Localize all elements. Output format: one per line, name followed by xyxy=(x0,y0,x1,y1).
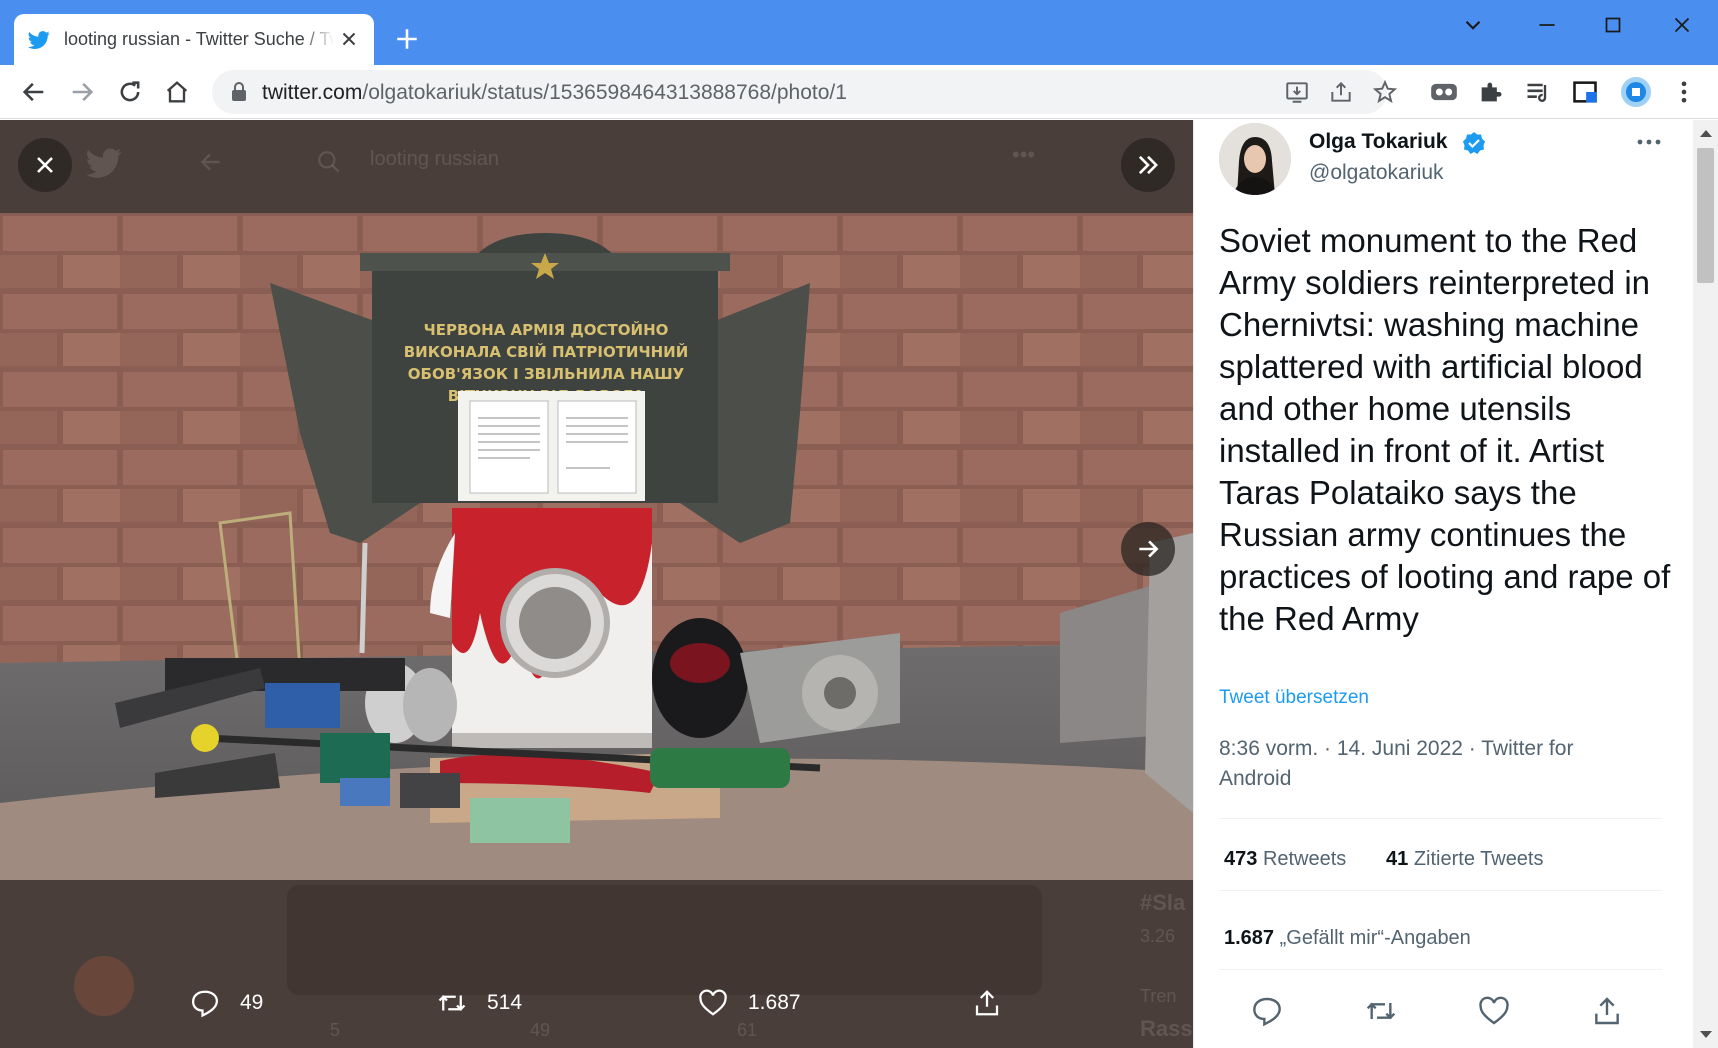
bg-media-card xyxy=(287,885,1042,995)
photo-viewer: looting russian ••• #Sla 3.26 Tren Rass … xyxy=(0,120,1193,1048)
reply-icon xyxy=(191,990,219,1018)
panel-like-icon[interactable] xyxy=(1478,995,1510,1027)
bg-more-dots: ••• xyxy=(1012,142,1036,167)
install-app-icon[interactable] xyxy=(1284,79,1310,105)
share-icon[interactable] xyxy=(1328,79,1354,105)
home-icon[interactable] xyxy=(163,78,191,106)
verified-badge-icon xyxy=(1463,132,1485,154)
tweet-text: Soviet monument to the Red Army soldiers… xyxy=(1219,222,1671,637)
retweets-stat[interactable]: 473 Retweets xyxy=(1224,848,1346,871)
reply-button[interactable]: 49 xyxy=(190,988,263,1018)
avatar-image xyxy=(1219,123,1291,195)
like-button[interactable]: 1.687 xyxy=(698,988,801,1018)
close-icon xyxy=(37,157,53,173)
browser-titlebar: looting russian - Twitter Suche / Twitte… xyxy=(0,0,1718,65)
tab-close-icon[interactable] xyxy=(338,28,360,50)
panel-retweet-icon[interactable] xyxy=(1365,995,1397,1027)
forward-arrow-icon[interactable] xyxy=(68,78,96,106)
new-tab-icon[interactable] xyxy=(394,26,420,52)
next-photo-button[interactable] xyxy=(1121,522,1175,576)
retweet-icon xyxy=(438,995,466,1011)
author-avatar[interactable] xyxy=(1219,123,1291,195)
author-handle[interactable]: @olgatokariuk xyxy=(1309,161,1444,185)
browser-tab[interactable]: looting russian - Twitter Suche / Twitte… xyxy=(14,14,374,65)
quote-tweets-stat[interactable]: 41 Zitierte Tweets xyxy=(1386,848,1544,871)
bg-trend-tag: #Sla xyxy=(1140,890,1186,915)
url-text[interactable]: twitter.com/olgatokariuk/status/15365984… xyxy=(262,81,847,105)
minimize-icon[interactable] xyxy=(1534,12,1560,38)
plaque-line-3: ОБОВ'ЯЗОК І ЗВІЛЬНИЛА НАШУ xyxy=(408,365,685,383)
tab-title: looting russian - Twitter Suche / Twitte… xyxy=(64,29,334,49)
translate-tweet-link[interactable]: Tweet übersetzen xyxy=(1219,687,1369,709)
reading-mode-icon[interactable] xyxy=(1571,78,1599,106)
plaque-line-1: ЧЕРВОНА АРМІЯ ДОСТОЙНО xyxy=(424,320,669,339)
tweet-photo: ЧЕРВОНА АРМІЯ ДОСТОЙНО ВИКОНАЛА СВІЙ ПАТ… xyxy=(0,213,1193,880)
retweet-button[interactable]: 514 xyxy=(437,988,522,1018)
bg-search-icon xyxy=(318,151,340,173)
share-upload-icon xyxy=(975,990,999,1016)
twitter-logo-icon xyxy=(86,148,122,178)
double-chevron-right-icon xyxy=(1138,155,1158,175)
author-name[interactable]: Olga Tokariuk xyxy=(1309,130,1447,154)
bg-back-arrow-icon xyxy=(200,153,220,171)
bookmark-star-icon[interactable] xyxy=(1372,79,1398,105)
tweet-detail-panel: Olga Tokariuk @olgatokariuk Soviet monum… xyxy=(1193,120,1693,1048)
back-arrow-icon[interactable] xyxy=(20,78,48,106)
maximize-icon[interactable] xyxy=(1600,12,1626,38)
page-scrollbar[interactable] xyxy=(1693,120,1718,1048)
bg-trend-count: 3.26 xyxy=(1140,926,1176,946)
plaque-line-2: ВИКОНАЛА СВІЙ ПАТРІОТИЧНИЙ xyxy=(404,342,689,361)
divider xyxy=(1219,890,1662,891)
like-count: 1.687 xyxy=(748,991,801,1014)
heart-icon xyxy=(699,989,727,1016)
arrow-right-icon xyxy=(1139,540,1159,558)
close-photo-button[interactable] xyxy=(18,138,72,192)
reload-icon[interactable] xyxy=(116,78,144,106)
chrome-menu-icon[interactable] xyxy=(1670,78,1698,106)
panel-reply-icon[interactable] xyxy=(1251,995,1283,1027)
profile-avatar-icon[interactable] xyxy=(1620,76,1652,108)
twitter-bird-icon xyxy=(28,30,50,49)
scroll-down-arrow-icon[interactable] xyxy=(1700,1031,1712,1038)
share-tweet-button[interactable] xyxy=(972,988,1022,1018)
expand-panel-button[interactable] xyxy=(1121,138,1175,192)
likes-stat[interactable]: 1.687 „Gefällt mir“-Angaben xyxy=(1224,927,1471,950)
media-playlist-icon[interactable] xyxy=(1524,78,1552,106)
scroll-thumb[interactable] xyxy=(1697,148,1714,283)
address-bar[interactable]: twitter.com/olgatokariuk/status/15365984… xyxy=(212,70,1398,114)
divider xyxy=(1219,818,1662,819)
photo-action-bar: 49 514 1.687 xyxy=(0,980,1193,1040)
divider xyxy=(1219,969,1662,970)
browser-toolbar: twitter.com/olgatokariuk/status/15365984… xyxy=(0,65,1718,119)
reply-count: 49 xyxy=(240,991,264,1014)
tweet-timestamp[interactable]: 8:36 vorm. · 14. Juni 2022 · Twitter for… xyxy=(1219,734,1649,794)
more-options-icon[interactable] xyxy=(1633,128,1665,156)
extension-glasses-icon[interactable] xyxy=(1430,78,1458,106)
chevron-down-icon[interactable] xyxy=(1460,12,1486,38)
close-window-icon[interactable] xyxy=(1669,12,1695,38)
retweet-count: 514 xyxy=(487,991,523,1014)
panel-share-icon[interactable] xyxy=(1591,995,1623,1027)
lock-icon[interactable] xyxy=(230,82,248,102)
scroll-up-arrow-icon[interactable] xyxy=(1700,130,1712,137)
extensions-puzzle-icon[interactable] xyxy=(1477,78,1505,106)
bg-search-text: looting russian xyxy=(370,148,499,170)
